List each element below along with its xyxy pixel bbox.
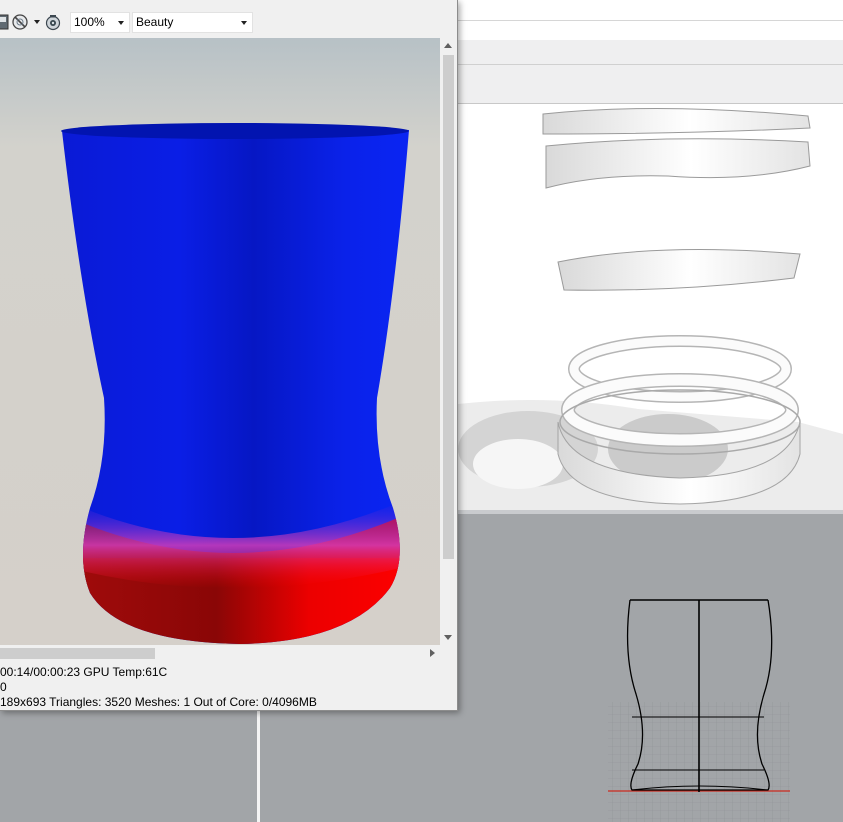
status-scene-info: 189x693 Triangles: 3520 Meshes: 1 Out of… (0, 695, 317, 709)
perspective-viewport-header (458, 0, 843, 40)
render-window: 100% Beauty 00:14/00:00:23 GPU Temp:61C … (0, 0, 458, 711)
vertical-scrollbar[interactable] (440, 38, 457, 645)
chevron-down-icon (118, 21, 124, 25)
ring-slice-1 (542, 107, 811, 135)
ring-slices-render (458, 107, 843, 512)
render-channel-combobox[interactable]: Beauty (132, 12, 253, 33)
render-settings-icon[interactable] (44, 13, 62, 31)
left-viewport[interactable] (0, 711, 257, 822)
post-effects-dropdown-caret[interactable] (34, 20, 40, 24)
render-image-canvas[interactable] (0, 38, 440, 645)
zoom-combobox[interactable]: 100% (70, 12, 130, 33)
status-pass-count: 0 (0, 680, 7, 694)
horizontal-scrollbar[interactable] (0, 645, 440, 662)
viewport-splitter[interactable] (257, 711, 260, 822)
render-toolbar: 100% Beauty (0, 0, 457, 37)
vase-body (62, 125, 409, 644)
vase-rim (61, 123, 409, 139)
ring-slice-3 (557, 249, 801, 291)
viewport-toolbar-strip (458, 40, 843, 104)
vertical-scroll-thumb[interactable] (443, 55, 454, 559)
vase-render (61, 123, 409, 644)
status-time-gpu: 00:14/00:00:23 GPU Temp:61C (0, 665, 168, 679)
chevron-down-icon (241, 21, 247, 25)
scroll-right-arrow-icon[interactable] (430, 649, 435, 657)
horizontal-scroll-thumb[interactable] (0, 648, 155, 659)
post-effects-icon[interactable] (11, 13, 29, 31)
zoom-value: 100% (74, 15, 105, 29)
scroll-down-arrow-icon[interactable] (444, 635, 452, 640)
scroll-up-arrow-icon[interactable] (444, 43, 452, 48)
render-channel-value: Beauty (136, 15, 174, 29)
ring-slice-2 (545, 138, 811, 189)
rendered-viewport[interactable] (458, 104, 843, 512)
